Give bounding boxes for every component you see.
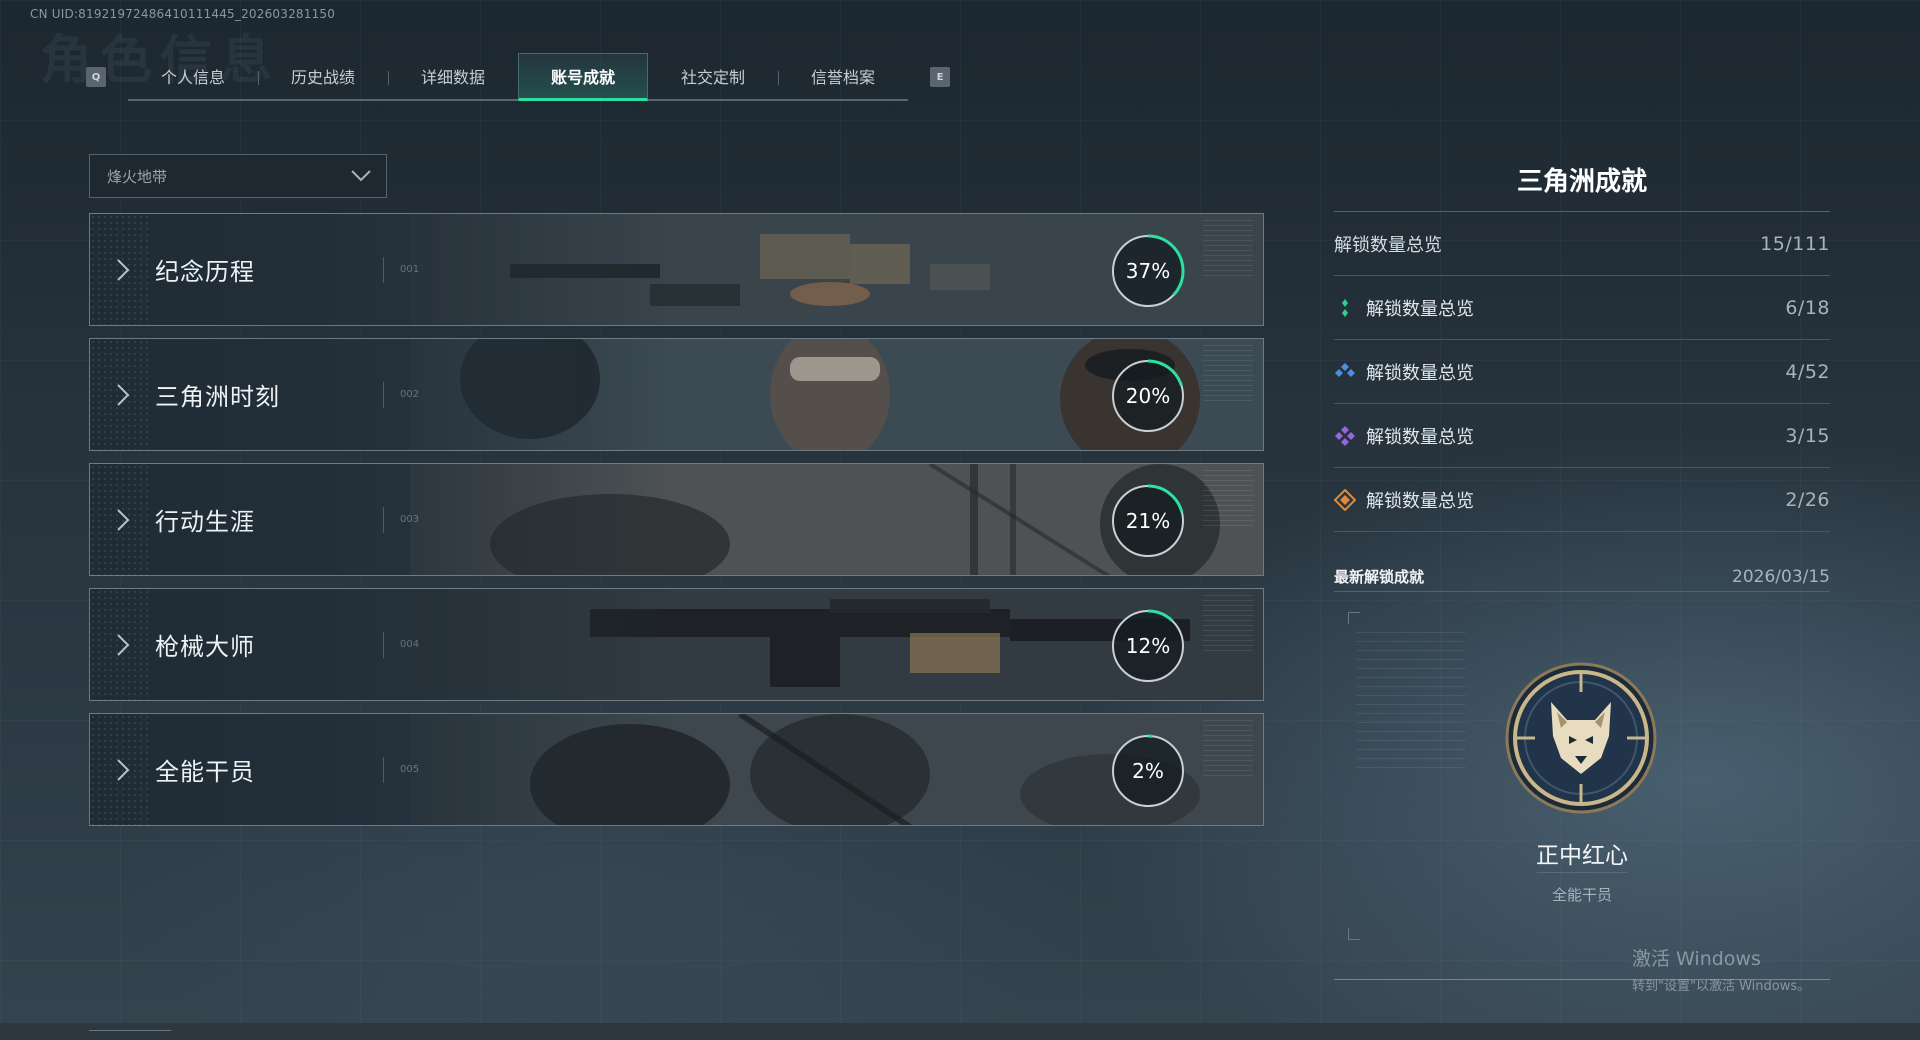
category-number: 004 — [400, 639, 420, 650]
bottom-tab-outline — [89, 1030, 171, 1040]
top-tab-bar: Q 个人信息 历史战绩 详细数据 账号成就 社交定制 信誉档案 E — [86, 52, 950, 102]
achievement-category-list: 纪念历程 001 37% 三角洲时刻 002 20% 行动生涯 003 21% … — [89, 213, 1264, 838]
progress-percent: 12% — [1125, 634, 1171, 658]
progress-percent: 37% — [1125, 259, 1171, 283]
mode-dropdown-value: 烽火地带 — [107, 167, 168, 186]
tier-value: 4/52 — [1785, 360, 1830, 383]
category-title: 行动生涯 — [155, 508, 255, 536]
chevron-right-icon — [117, 509, 130, 531]
recent-achievement-name: 正中红心 — [1536, 843, 1628, 869]
recent-achievement-header: 最新解锁成就 2026/03/15 — [1334, 562, 1830, 592]
recent-achievement-date: 2026/03/15 — [1732, 566, 1830, 587]
total-unlocked-value: 15/111 — [1760, 232, 1830, 255]
wolf-badge-icon — [1505, 662, 1657, 814]
user-uid: CN UID:819219724864101114​45_20260328115… — [30, 7, 336, 21]
tab-reputation[interactable]: 信誉档案 — [778, 53, 908, 99]
tier-row-orange: 解锁数量总览 2/26 — [1334, 468, 1830, 532]
tier-value: 2/26 — [1785, 488, 1830, 511]
category-number: 002 — [400, 389, 420, 400]
q-key-hint[interactable]: Q — [86, 67, 106, 87]
category-title: 枪械大师 — [155, 633, 255, 661]
recent-achievement-showcase[interactable]: 正中红心 全能干员 — [1334, 592, 1830, 962]
total-unlocked-row: 解锁数量总览 15/111 — [1334, 212, 1830, 276]
chevron-right-icon — [117, 759, 130, 781]
chevron-right-icon — [117, 634, 130, 656]
blue-gem-icon — [1335, 362, 1355, 377]
category-number: 005 — [400, 764, 420, 775]
progress-percent: 20% — [1125, 384, 1171, 408]
tier-row-purple: 解锁数量总览 3/15 — [1334, 404, 1830, 468]
windows-activation-watermark: 激活 Windows 转到"设置"以激活 Windows。 — [1632, 944, 1810, 994]
category-number: 003 — [400, 514, 420, 525]
category-card[interactable]: 枪械大师 004 12% — [89, 588, 1264, 701]
tab-strip: 个人信息 历史战绩 详细数据 账号成就 社交定制 信誉档案 — [128, 53, 908, 101]
category-title: 纪念历程 — [155, 258, 255, 286]
watermark-line1: 激活 Windows — [1632, 948, 1761, 970]
orange-gem-icon — [1334, 488, 1356, 511]
chevron-right-icon — [117, 384, 130, 406]
category-card[interactable]: 行动生涯 003 21% — [89, 463, 1264, 576]
e-key-hint[interactable]: E — [930, 67, 950, 87]
tier-value: 6/18 — [1785, 296, 1830, 319]
progress-percent: 21% — [1125, 509, 1171, 533]
tab-profile[interactable]: 个人信息 — [128, 53, 258, 99]
chevron-down-icon — [351, 170, 371, 182]
green-gem-icon — [1342, 298, 1348, 317]
panel-title: 三角洲成就 — [1334, 160, 1830, 212]
tier-row-blue: 解锁数量总览 4/52 — [1334, 340, 1830, 404]
tier-label: 解锁数量总览 — [1366, 298, 1474, 320]
category-card[interactable]: 三角洲时刻 002 20% — [89, 338, 1264, 451]
bottom-bar — [0, 1023, 1920, 1040]
category-card[interactable]: 全能干员 005 2% — [89, 713, 1264, 826]
tab-details[interactable]: 详细数据 — [388, 53, 518, 99]
tier-value: 3/15 — [1785, 424, 1830, 447]
mode-dropdown[interactable]: 烽火地带 — [89, 154, 387, 198]
purple-gem-icon — [1335, 425, 1355, 446]
recent-achievement-title: 最新解锁成就 — [1334, 568, 1425, 586]
tab-achievements[interactable]: 账号成就 — [518, 53, 648, 101]
tier-label: 解锁数量总览 — [1366, 490, 1474, 512]
category-card[interactable]: 纪念历程 001 37% — [89, 213, 1264, 326]
tab-history[interactable]: 历史战绩 — [258, 53, 388, 99]
recent-achievement-category: 全能干员 — [1551, 886, 1612, 904]
category-title: 三角洲时刻 — [155, 383, 280, 411]
progress-percent: 2% — [1132, 759, 1164, 783]
watermark-line2: 转到"设置"以激活 Windows。 — [1632, 979, 1811, 994]
tab-social[interactable]: 社交定制 — [648, 53, 778, 99]
category-number: 001 — [400, 264, 420, 275]
chevron-right-icon — [117, 259, 130, 281]
tier-label: 解锁数量总览 — [1366, 362, 1474, 384]
tier-row-green: 解锁数量总览 6/18 — [1334, 276, 1830, 340]
achievement-summary-panel: 三角洲成就 解锁数量总览 15/111 解锁数量总览 6/18 解锁数量总览 4… — [1334, 160, 1830, 962]
category-title: 全能干员 — [155, 758, 255, 786]
total-unlocked-label: 解锁数量总览 — [1334, 234, 1442, 256]
tier-label: 解锁数量总览 — [1366, 426, 1474, 448]
